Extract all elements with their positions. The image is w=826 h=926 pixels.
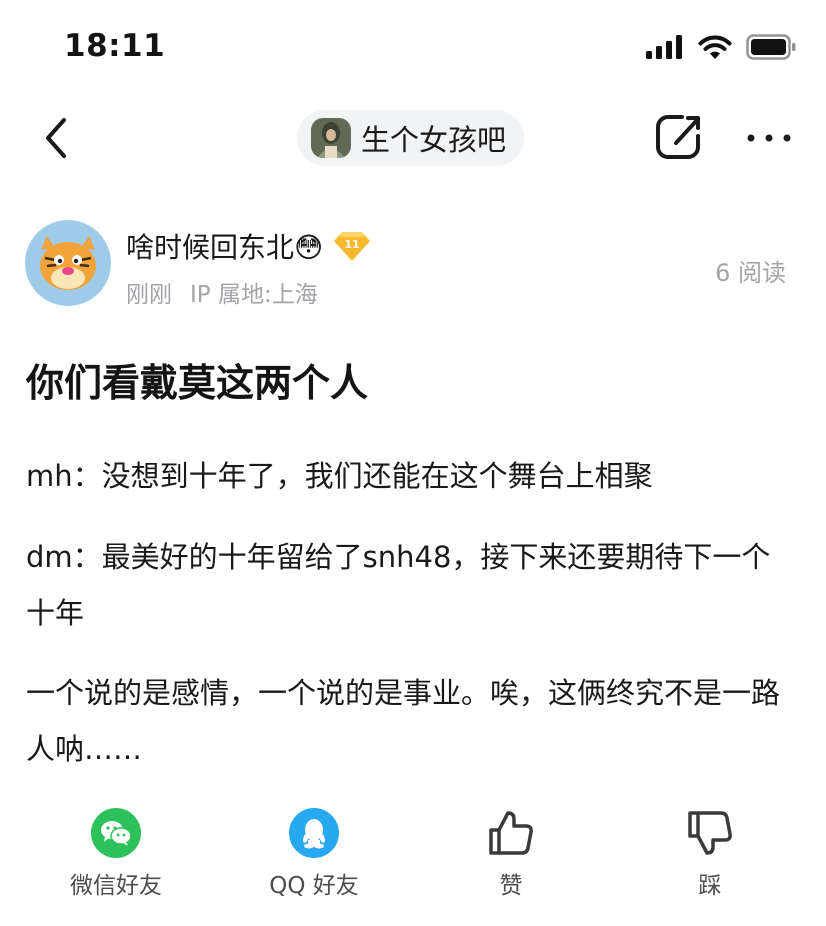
dislike-label: 踩 (698, 873, 722, 899)
like-button[interactable]: 赞 (441, 808, 581, 900)
thumbs-up-icon (489, 811, 533, 855)
forum-avatar (311, 118, 351, 158)
author-name[interactable]: 啥时候回东北😳 (126, 226, 323, 266)
back-button[interactable] (38, 112, 78, 164)
author-name-row: 啥时候回东北😳 11 (126, 226, 371, 266)
battery-icon (746, 34, 796, 60)
post-paragraph: mh：没想到十年了，我们还能在这个舞台上相聚 (26, 459, 653, 493)
chevron-left-icon (46, 118, 66, 158)
level-badge-icon: 11 (334, 232, 371, 261)
status-icons (646, 34, 796, 60)
more-dots-icon (747, 134, 791, 142)
share-qq-button[interactable]: QQ 好友 (244, 808, 384, 900)
dislike-button[interactable]: 踩 (640, 808, 780, 900)
post-title: 你们看戴莫这两个人 (26, 361, 369, 405)
post-time: 刚刚 (126, 282, 172, 308)
share-icon (656, 115, 700, 159)
status-time: 18:11 (64, 28, 166, 64)
read-count: 6 阅读 (715, 259, 786, 287)
author-avatar[interactable] (25, 220, 111, 306)
wifi-icon (698, 35, 732, 59)
share-qq-label: QQ 好友 (269, 873, 359, 899)
share-button[interactable] (652, 110, 706, 164)
qq-icon (289, 808, 339, 858)
ip-location: IP 属地:上海 (190, 282, 318, 308)
forum-name: 生个女孩吧 (361, 123, 507, 157)
post-meta: 刚刚 IP 属地:上海 (126, 275, 318, 309)
share-wechat-label: 微信好友 (70, 873, 162, 899)
forum-chip[interactable]: 生个女孩吧 (297, 110, 525, 166)
signal-icon (646, 35, 682, 59)
wechat-icon (91, 808, 141, 858)
more-button[interactable] (744, 118, 794, 158)
thumbs-down-icon (688, 811, 732, 855)
level-number: 11 (345, 238, 360, 251)
share-wechat-button[interactable]: 微信好友 (46, 808, 186, 900)
post-paragraph: 一个说的是感情，一个说的是事业。唉，这俩终究不是一路人呐…… (26, 676, 781, 766)
post-paragraph: dm：最美好的十年留给了snh48，接下来还要期待下一个十年 (26, 540, 771, 630)
like-label: 赞 (499, 873, 523, 899)
